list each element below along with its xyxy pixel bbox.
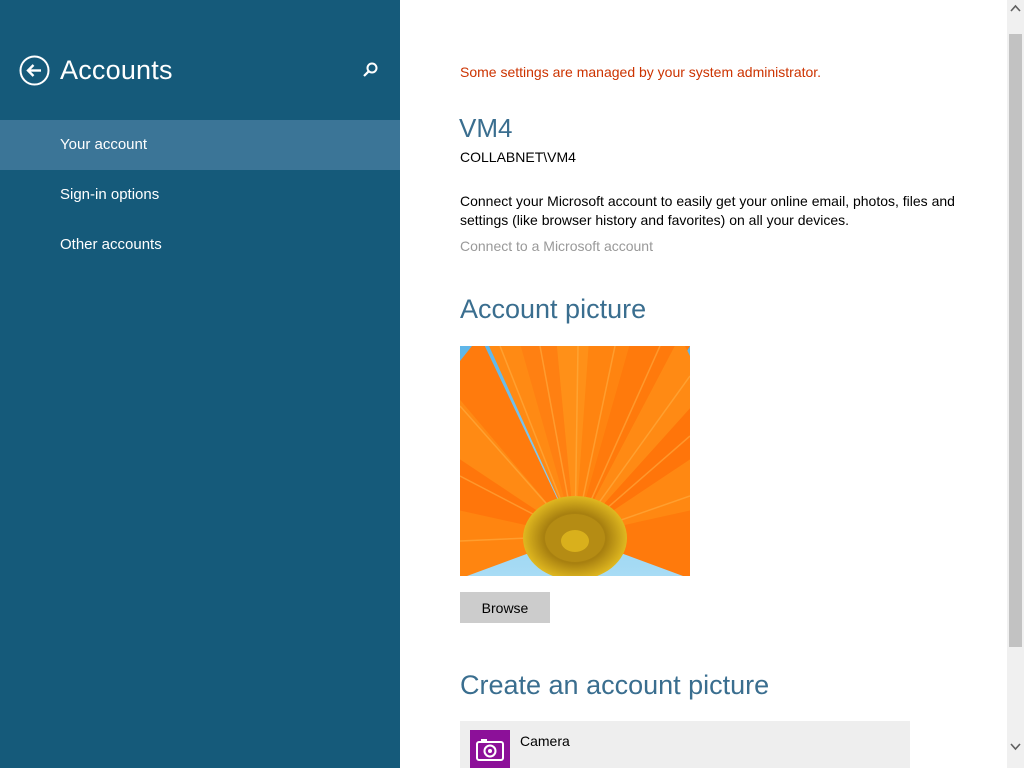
scroll-down-icon[interactable] xyxy=(1007,738,1024,755)
nav-item-your-account[interactable]: Your account xyxy=(0,120,400,170)
camera-icon xyxy=(470,730,510,768)
content-pane: Some settings are managed by your system… xyxy=(400,0,1007,768)
flower-image xyxy=(460,346,690,576)
app-label: Camera xyxy=(520,733,570,749)
account-picture xyxy=(460,346,690,576)
back-arrow-icon[interactable] xyxy=(19,55,50,86)
nav-item-label: Your account xyxy=(60,136,148,153)
nav-list: Your account Sign-in options Other accou… xyxy=(0,120,400,270)
page-title: Accounts xyxy=(60,55,173,85)
connect-description: Connect your Microsoft account to easily… xyxy=(460,193,955,228)
vertical-scrollbar[interactable] xyxy=(1007,0,1024,768)
scroll-up-icon[interactable] xyxy=(1007,0,1024,17)
account-picture-heading: Account picture xyxy=(460,294,647,324)
search-icon[interactable] xyxy=(360,60,380,80)
nav-item-label: Other accounts xyxy=(60,236,162,253)
browse-button[interactable]: Browse xyxy=(460,592,550,623)
admin-notice: Some settings are managed by your system… xyxy=(460,64,822,80)
connect-microsoft-account-link[interactable]: Connect to a Microsoft account xyxy=(460,238,653,254)
nav-item-sign-in-options[interactable]: Sign-in options xyxy=(0,170,400,220)
camera-app-tile[interactable]: Camera xyxy=(460,721,910,768)
user-name: VM4 xyxy=(459,113,513,143)
settings-window: Accounts Your account Sign-in options Ot… xyxy=(0,0,1024,768)
create-account-picture-heading: Create an account picture xyxy=(460,670,770,700)
user-domain: COLLABNET\VM4 xyxy=(460,149,576,165)
nav-item-other-accounts[interactable]: Other accounts xyxy=(0,220,400,270)
scrollbar-thumb[interactable] xyxy=(1009,34,1022,647)
nav-item-label: Sign-in options xyxy=(60,186,160,203)
nav-pane: Accounts Your account Sign-in options Ot… xyxy=(0,0,400,768)
